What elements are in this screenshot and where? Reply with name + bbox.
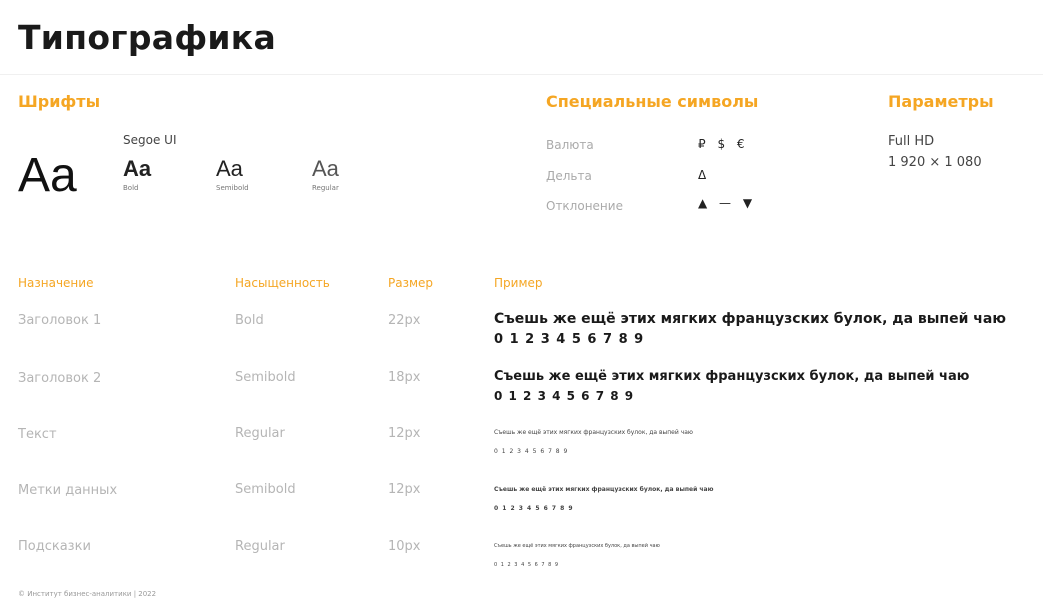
row2-size: 18px bbox=[388, 370, 421, 385]
deviation-label: Отклонение bbox=[546, 199, 623, 213]
row2-example: Съешь же ещё этих мягких французских бул… bbox=[494, 369, 970, 384]
font-sample-regular: Aa Regular bbox=[312, 156, 339, 192]
footer-copyright: © Институт бизнес-аналитики | 2022 bbox=[18, 590, 157, 598]
font-sample-semibold: Aa Semibold bbox=[216, 156, 249, 192]
row2-weight: Semibold bbox=[235, 370, 296, 385]
col-header-size: Размер bbox=[388, 276, 434, 290]
row3-example: Съешь же ещё этих мягких французских бул… bbox=[494, 429, 693, 436]
row2-purpose: Заголовок 2 bbox=[18, 371, 102, 386]
row5-digits: 0 1 2 3 4 5 6 7 8 9 bbox=[494, 562, 560, 568]
row4-example: Съешь же ещё этих мягких французских бул… bbox=[494, 486, 714, 493]
font-sample-text: Aa bbox=[312, 156, 339, 181]
font-sample-text: Aa bbox=[216, 156, 243, 181]
row4-purpose: Метки данных bbox=[18, 483, 118, 498]
page-title: Типографика bbox=[18, 18, 277, 57]
row5-weight: Regular bbox=[235, 539, 285, 554]
typography-slide: Типографика Шрифты Segoe UI Aa Aa Bold A… bbox=[0, 0, 1043, 613]
font-sample-label: Bold bbox=[123, 184, 139, 192]
row3-size: 12px bbox=[388, 426, 421, 441]
delta-symbol: Δ bbox=[698, 168, 711, 182]
row1-digits: 0 1 2 3 4 5 6 7 8 9 bbox=[494, 332, 645, 347]
title-divider bbox=[0, 74, 1043, 75]
row5-purpose: Подсказки bbox=[18, 539, 91, 554]
row2-digits: 0 1 2 3 4 5 6 7 8 9 bbox=[494, 389, 635, 403]
row4-size: 12px bbox=[388, 482, 421, 497]
col-header-example: Пример bbox=[494, 276, 543, 290]
parameters-heading: Параметры bbox=[888, 92, 994, 111]
row4-digits: 0 1 2 3 4 5 6 7 8 9 bbox=[494, 505, 574, 512]
currency-label: Валюта bbox=[546, 138, 594, 152]
special-symbols-heading: Специальные символы bbox=[546, 92, 759, 111]
font-sample-text: Aa bbox=[123, 156, 152, 181]
deviation-symbols: ▲ — ▼ bbox=[698, 196, 757, 210]
row1-example: Съешь же ещё этих мягких французских бул… bbox=[494, 311, 1006, 327]
font-sample-label: Semibold bbox=[216, 184, 249, 192]
big-font-sample: Aa bbox=[18, 149, 77, 202]
currency-symbols: ₽ $ € bbox=[698, 137, 749, 151]
row4-weight: Semibold bbox=[235, 482, 296, 497]
resolution-name: Full HD bbox=[888, 134, 935, 149]
row1-weight: Bold bbox=[235, 313, 264, 328]
font-sample-label: Regular bbox=[312, 184, 339, 192]
font-family-name: Segoe UI bbox=[123, 133, 177, 147]
col-header-purpose: Назначение bbox=[18, 276, 94, 290]
row5-size: 10px bbox=[388, 539, 421, 554]
font-sample-bold: Aa Bold bbox=[123, 156, 151, 192]
row1-purpose: Заголовок 1 bbox=[18, 313, 102, 328]
row5-example: Съешь же ещё этих мягких французских бул… bbox=[494, 543, 660, 549]
fonts-heading: Шрифты bbox=[18, 92, 101, 111]
row3-weight: Regular bbox=[235, 426, 285, 441]
col-header-weight: Насыщенность bbox=[235, 276, 330, 290]
delta-label: Дельта bbox=[546, 169, 592, 183]
row1-size: 22px bbox=[388, 313, 421, 328]
row3-digits: 0 1 2 3 4 5 6 7 8 9 bbox=[494, 448, 569, 455]
resolution-value: 1 920 × 1 080 bbox=[888, 155, 982, 170]
row3-purpose: Текст bbox=[18, 427, 57, 442]
